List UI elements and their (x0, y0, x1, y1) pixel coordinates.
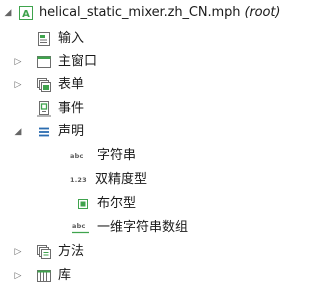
root-label: helical_static_mixer.zh_CN.mph (root) (39, 2, 280, 24)
expand-arrow-icon[interactable]: ▷ (13, 265, 23, 287)
tree-item-label: 一维字符串数组 (97, 220, 189, 235)
methods-icon (36, 244, 52, 260)
collapse-arrow-icon[interactable]: ◢ (13, 121, 23, 143)
checkbox-icon (75, 196, 91, 212)
tree-item-boolean[interactable]: 布尔型 (0, 193, 312, 215)
events-icon (36, 101, 52, 117)
tree-item-label: 双精度型 (95, 172, 148, 187)
tree-item-label: 声明 (58, 124, 85, 139)
input-icon (36, 31, 52, 47)
expand-arrow-icon[interactable]: ▷ (13, 51, 23, 73)
svg-text:A: A (22, 9, 30, 20)
tree-root-node[interactable]: ◢ A helical_static_mixer.zh_CN.mph (root… (0, 2, 312, 24)
tree-item-string[interactable]: abc 字符串 (0, 145, 312, 167)
libraries-icon (36, 268, 52, 284)
collapse-arrow-icon[interactable]: ◢ (3, 2, 13, 24)
tree-item-label: 输入 (58, 31, 85, 46)
tree-item-libraries[interactable]: ▷ 库 (0, 265, 312, 287)
tree-item-methods[interactable]: ▷ 方法 (0, 241, 312, 263)
tree-item-events[interactable]: 事件 (0, 98, 312, 120)
tree-item-forms[interactable]: ▷ 表单 (0, 74, 312, 96)
tree-item-string-array[interactable]: abc 一维字符串数组 (0, 217, 312, 239)
tree-item-declarations[interactable]: ◢ 声明 (0, 121, 312, 143)
declarations-icon (36, 124, 52, 140)
forms-icon (36, 77, 52, 93)
window-icon (36, 54, 52, 70)
tree-item-label: 布尔型 (97, 196, 137, 211)
tree-item-main-window[interactable]: ▷ 主窗口 (0, 51, 312, 73)
expand-arrow-icon[interactable]: ▷ (13, 241, 23, 263)
application-tree: ◢ A helical_static_mixer.zh_CN.mph (root… (0, 0, 312, 287)
expand-arrow-icon[interactable]: ▷ (13, 74, 23, 96)
tree-item-double[interactable]: 1.23 双精度型 (0, 169, 312, 191)
root-tag: (root) (244, 5, 281, 20)
string-icon: abc (70, 152, 84, 160)
tree-item-label: 库 (58, 268, 72, 283)
tree-item-input[interactable]: 输入 (0, 28, 312, 50)
tree-item-label: 事件 (58, 101, 85, 116)
tree-item-label: 方法 (58, 244, 85, 259)
double-icon: 1.23 (70, 176, 87, 184)
root-filename: helical_static_mixer.zh_CN.mph (39, 5, 241, 20)
tree-item-label: 表单 (58, 77, 85, 92)
tree-item-label: 主窗口 (58, 54, 98, 69)
application-icon: A (18, 5, 34, 21)
tree-item-label: 字符串 (97, 148, 137, 163)
string-array-icon: abc (72, 222, 89, 234)
